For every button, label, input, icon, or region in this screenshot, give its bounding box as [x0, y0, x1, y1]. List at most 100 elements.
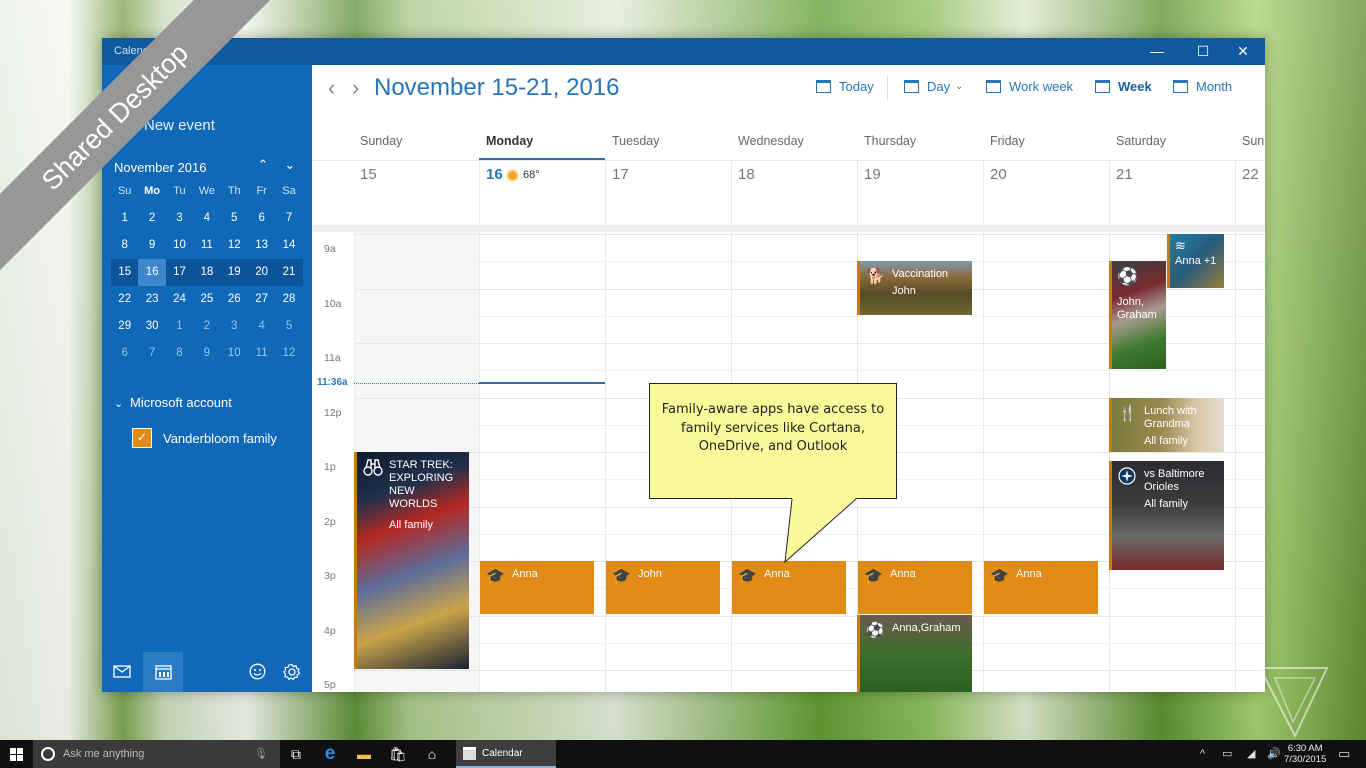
volume-icon[interactable]: 🔊: [1267, 740, 1281, 768]
mini-calendar-day[interactable]: 11: [193, 232, 220, 259]
day-header-saturday[interactable]: Saturday: [1116, 134, 1166, 148]
mini-calendar-day[interactable]: 30: [138, 313, 165, 340]
day-header-sunday[interactable]: Sunday: [360, 134, 402, 148]
mini-calendar-day[interactable]: 21: [275, 259, 302, 286]
microphone-icon[interactable]: 🎙: [254, 740, 268, 768]
mini-calendar-day[interactable]: 14: [275, 232, 302, 259]
mini-calendar-day[interactable]: 10: [166, 232, 193, 259]
day-header-sunday-next[interactable]: Sun: [1242, 134, 1264, 148]
mini-calendar-day[interactable]: 19: [221, 259, 248, 286]
network-icon[interactable]: ◢: [1247, 740, 1255, 768]
mini-calendar-day[interactable]: 15: [111, 259, 138, 286]
mini-calendar-day[interactable]: 20: [248, 259, 275, 286]
calendar-toggle-vanderbloom[interactable]: ✓ Vanderbloom family: [132, 428, 277, 448]
edge-icon[interactable]: e: [313, 740, 347, 768]
mini-calendar-day[interactable]: 12: [275, 340, 302, 367]
mini-calendar-day[interactable]: 6: [248, 205, 275, 232]
mini-calendar-day[interactable]: 25: [193, 286, 220, 313]
mail-icon[interactable]: [102, 652, 142, 692]
mini-calendar-day[interactable]: 1: [111, 205, 138, 232]
settings-gear-icon[interactable]: [272, 652, 312, 692]
mini-calendar-day[interactable]: 23: [138, 286, 165, 313]
event-class-thursday[interactable]: 🎓 Anna: [858, 561, 972, 614]
mini-calendar-day[interactable]: 9: [193, 340, 220, 367]
minimize-button[interactable]: —: [1137, 38, 1177, 65]
event-star-trek[interactable]: STAR TREK: EXPLORING NEW WORLDS All famil…: [354, 452, 469, 669]
mini-calendar-day[interactable]: 8: [111, 232, 138, 259]
work-week-view-button[interactable]: Work week: [986, 79, 1073, 94]
system-clock[interactable]: 6:30 AM 7/30/2015: [1284, 743, 1326, 765]
next-week-button[interactable]: ›: [352, 75, 359, 101]
week-view-button[interactable]: Week: [1095, 79, 1152, 94]
mini-calendar-day[interactable]: 4: [248, 313, 275, 340]
day-header-tuesday[interactable]: Tuesday: [612, 134, 659, 148]
taskbar-app-calendar[interactable]: Calendar: [456, 740, 556, 768]
event-swimming[interactable]: ≋ Anna +1: [1167, 234, 1224, 288]
event-lunch-with-grandma[interactable]: 🍴 Lunch with Grandma All family: [1109, 398, 1224, 452]
mini-calendar-day[interactable]: 5: [221, 205, 248, 232]
mini-calendar-day[interactable]: 2: [193, 313, 220, 340]
event-soccer-anna-graham[interactable]: ⚽ Anna,Graham: [857, 615, 972, 692]
mini-calendar-day[interactable]: 6: [111, 340, 138, 367]
mini-calendar-day[interactable]: 27: [248, 286, 275, 313]
today-button[interactable]: Today: [816, 79, 874, 94]
calendar-app-icon: [463, 747, 476, 760]
checkbox-checked-icon[interactable]: ✓: [132, 428, 152, 448]
close-button[interactable]: ✕: [1223, 38, 1263, 65]
mini-calendar-day[interactable]: 24: [166, 286, 193, 313]
mini-calendar-day[interactable]: 18: [193, 259, 220, 286]
event-class-friday[interactable]: 🎓 Anna: [984, 561, 1098, 614]
chevron-up-icon[interactable]: ⌃: [253, 157, 273, 173]
calendar-icon[interactable]: [143, 652, 183, 692]
mini-calendar-day[interactable]: 9: [138, 232, 165, 259]
mini-calendar-day[interactable]: 5: [275, 313, 302, 340]
mini-calendar-day[interactable]: 12: [221, 232, 248, 259]
mini-calendar-day[interactable]: 17: [166, 259, 193, 286]
day-header-wednesday[interactable]: Wednesday: [738, 134, 804, 148]
mini-calendar-day[interactable]: 3: [221, 313, 248, 340]
event-soccer-john-graham[interactable]: ⚽ John, Graham: [1109, 261, 1166, 369]
store-icon[interactable]: 🛍: [381, 740, 415, 768]
mini-calendar-day[interactable]: 29: [111, 313, 138, 340]
event-vaccination[interactable]: 🐕 Vaccination John: [857, 261, 972, 315]
action-center-icon[interactable]: ▭: [1338, 740, 1350, 768]
mini-calendar-day[interactable]: 28: [275, 286, 302, 313]
mini-calendar-day[interactable]: 7: [275, 205, 302, 232]
show-hidden-icons-icon[interactable]: ^: [1200, 740, 1205, 768]
file-explorer-icon[interactable]: ▬: [347, 740, 381, 768]
mini-calendar-day[interactable]: 10: [221, 340, 248, 367]
chevron-down-icon[interactable]: ⌄: [280, 157, 300, 173]
mini-calendar-day[interactable]: 2: [138, 205, 165, 232]
temperature: 68°: [523, 169, 540, 181]
day-view-button[interactable]: Day ⌄: [904, 79, 964, 94]
account-header[interactable]: ⌄ Microsoft account: [114, 395, 232, 410]
mini-calendar-day[interactable]: 22: [111, 286, 138, 313]
task-view-icon[interactable]: ⧉: [279, 740, 313, 768]
day-header-friday[interactable]: Friday: [990, 134, 1025, 148]
feedback-smiley-icon[interactable]: [237, 652, 277, 692]
mini-calendar-day[interactable]: 4: [193, 205, 220, 232]
mini-calendar-day[interactable]: 3: [166, 205, 193, 232]
mini-calendar-day[interactable]: 13: [248, 232, 275, 259]
day-header-thursday[interactable]: Thursday: [864, 134, 916, 148]
month-view-button[interactable]: Month: [1173, 79, 1232, 94]
home-icon[interactable]: ⌂: [415, 740, 449, 768]
calendar-name: Vanderbloom family: [163, 430, 277, 446]
cortana-search-box[interactable]: Ask me anything 🎙: [33, 740, 280, 768]
event-class-tuesday[interactable]: 🎓 John: [606, 561, 720, 614]
mini-calendar-day[interactable]: 7: [138, 340, 165, 367]
mini-calendar-day[interactable]: 16: [138, 259, 166, 286]
mini-calendar-day[interactable]: 8: [166, 340, 193, 367]
event-class-wednesday[interactable]: 🎓 Anna: [732, 561, 846, 614]
mini-calendar-day[interactable]: 11: [248, 340, 275, 367]
event-title: John: [638, 568, 662, 580]
windows-start-icon[interactable]: [0, 740, 32, 768]
event-baseball[interactable]: vs Baltimore Orioles All family: [1109, 461, 1224, 570]
battery-icon[interactable]: ▭: [1222, 740, 1232, 768]
day-header-monday[interactable]: Monday: [486, 134, 533, 148]
previous-week-button[interactable]: ‹: [328, 75, 335, 101]
mini-calendar-day[interactable]: 26: [221, 286, 248, 313]
mini-calendar-day[interactable]: 1: [166, 313, 193, 340]
event-class-monday[interactable]: 🎓 Anna: [480, 561, 594, 614]
maximize-button[interactable]: ☐: [1183, 38, 1223, 65]
